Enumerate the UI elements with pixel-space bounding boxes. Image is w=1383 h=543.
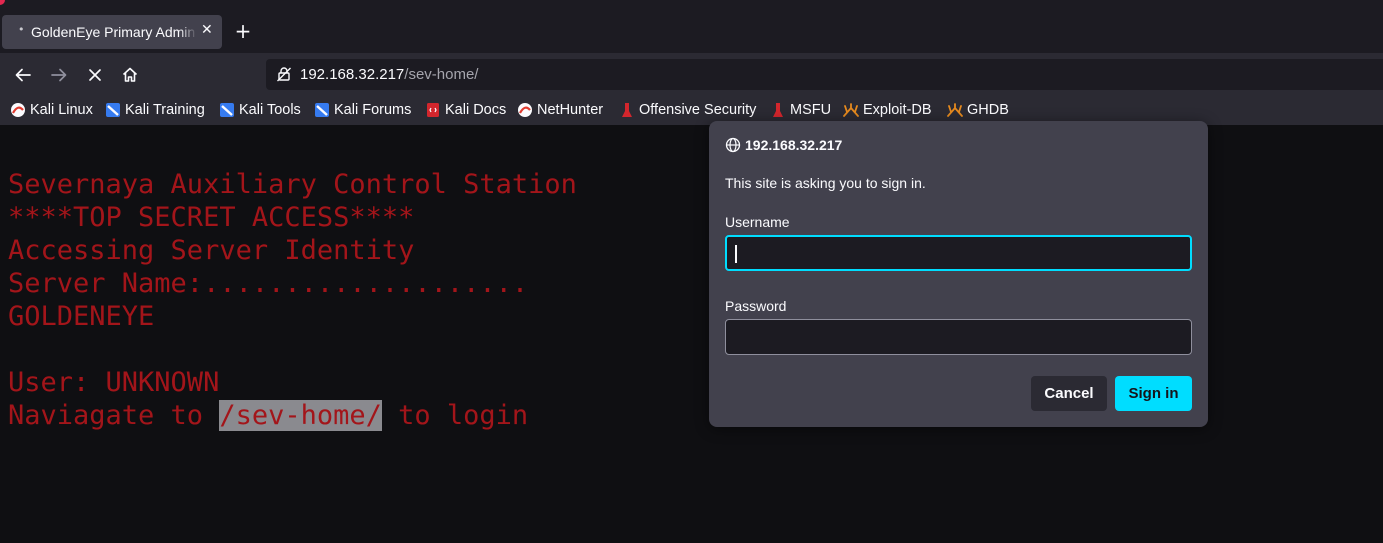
- url-host: 192.168.32.217: [300, 66, 405, 83]
- ghdb-icon: [947, 103, 963, 117]
- bookmark-label: Offensive Security: [639, 102, 757, 118]
- url-text[interactable]: 192.168.32.217/sev-home/: [300, 66, 478, 83]
- bookmark-label: MSFU: [790, 102, 832, 118]
- url-path: /sev-home/: [404, 66, 479, 83]
- bookmark-exploit-db[interactable]: Exploit-DB: [843, 101, 932, 119]
- terminal-line: ****TOP SECRET ACCESS****: [8, 202, 415, 233]
- username-label: Username: [725, 214, 790, 230]
- terminal-line: Severnaya Auxiliary Control Station: [8, 169, 577, 200]
- kali-forums-icon: [315, 103, 329, 117]
- bookmark-label: GHDB: [967, 102, 1009, 118]
- terminal-line: User: UNKNOWN: [8, 367, 220, 398]
- bookmark-nethunter[interactable]: NetHunter: [517, 101, 603, 119]
- password-field[interactable]: [725, 319, 1192, 355]
- sign-in-dialog: 192.168.32.217 This site is asking you t…: [709, 121, 1208, 427]
- kali-training-icon: [106, 103, 120, 117]
- bookmark-label: Kali Training: [125, 102, 205, 118]
- bookmark-label: Kali Docs: [445, 102, 507, 118]
- password-label: Password: [725, 298, 787, 314]
- forward-arrow-icon: [51, 68, 67, 82]
- username-field[interactable]: [725, 235, 1192, 271]
- msfu-icon: [773, 103, 783, 117]
- tab-loading-indicator: •: [18, 23, 25, 36]
- new-tab-button[interactable]: +: [233, 20, 253, 42]
- dialog-message: This site is asking you to sign in.: [725, 175, 926, 191]
- navigation-toolbar: 192.168.32.217/sev-home/: [0, 53, 1383, 95]
- tab-strip: • GoldenEye Primary Admin Server ✕ +: [0, 0, 1383, 53]
- text-caret: [735, 245, 737, 263]
- back-arrow-icon: [15, 68, 31, 82]
- bookmark-label: Exploit-DB: [863, 102, 932, 118]
- bookmark-kali-forums[interactable]: Kali Forums: [314, 101, 411, 119]
- highlighted-path: /sev-home/: [219, 400, 382, 431]
- close-icon[interactable]: ✕: [201, 22, 213, 38]
- bookmark-label: Kali Forums: [334, 102, 412, 118]
- bookmark-kali-training[interactable]: Kali Training: [105, 101, 205, 119]
- bookmark-label: NetHunter: [537, 102, 604, 118]
- dialog-host-text: 192.168.32.217: [745, 137, 843, 153]
- terminal-line-navigate: Naviagate to /sev-home/ to login: [8, 399, 577, 432]
- navigate-prefix: Naviagate to: [8, 400, 220, 431]
- site-info-icon[interactable]: [276, 66, 292, 86]
- bookmark-offensive-security[interactable]: Offensive Security: [619, 101, 756, 119]
- stop-icon: [89, 69, 101, 81]
- globe-icon: [725, 137, 741, 153]
- exploit-db-icon: [843, 103, 859, 117]
- nethunter-icon: [518, 103, 532, 117]
- home-button[interactable]: [117, 62, 143, 88]
- home-icon: [122, 67, 138, 82]
- cancel-button[interactable]: Cancel: [1031, 376, 1107, 411]
- kali-docs-icon: [427, 103, 439, 117]
- forward-button[interactable]: [46, 62, 72, 88]
- bookmark-ghdb[interactable]: GHDB: [947, 101, 1009, 119]
- sign-in-button[interactable]: Sign in: [1115, 376, 1192, 411]
- bookmark-kali-tools[interactable]: Kali Tools: [219, 101, 301, 119]
- bookmark-kali-linux[interactable]: Kali Linux: [10, 101, 93, 119]
- tab-goldeneye[interactable]: • GoldenEye Primary Admin Server ✕: [2, 15, 222, 49]
- bookmark-label: Kali Tools: [239, 102, 301, 118]
- bookmark-msfu[interactable]: MSFU: [770, 101, 831, 119]
- window-close-dot[interactable]: [0, 0, 5, 5]
- dialog-host: 192.168.32.217: [725, 137, 842, 153]
- kali-dragon-icon: [11, 103, 25, 117]
- url-bar[interactable]: 192.168.32.217/sev-home/: [266, 59, 1383, 90]
- navigate-suffix: to login: [381, 400, 529, 431]
- kali-tools-icon: [220, 103, 234, 117]
- terminal-line: Accessing Server Identity: [8, 235, 415, 266]
- offsec-icon: [622, 103, 632, 117]
- bookmark-kali-docs[interactable]: Kali Docs: [425, 101, 506, 119]
- stop-button[interactable]: [82, 62, 108, 88]
- bookmark-label: Kali Linux: [30, 102, 93, 118]
- terminal-line: Server Name:....................: [8, 268, 529, 299]
- tab-title: GoldenEye Primary Admin Server: [31, 24, 197, 40]
- terminal-text: Severnaya Auxiliary Control Station ****T…: [8, 168, 577, 432]
- terminal-line: GOLDENEYE: [8, 301, 155, 332]
- back-button[interactable]: [10, 62, 36, 88]
